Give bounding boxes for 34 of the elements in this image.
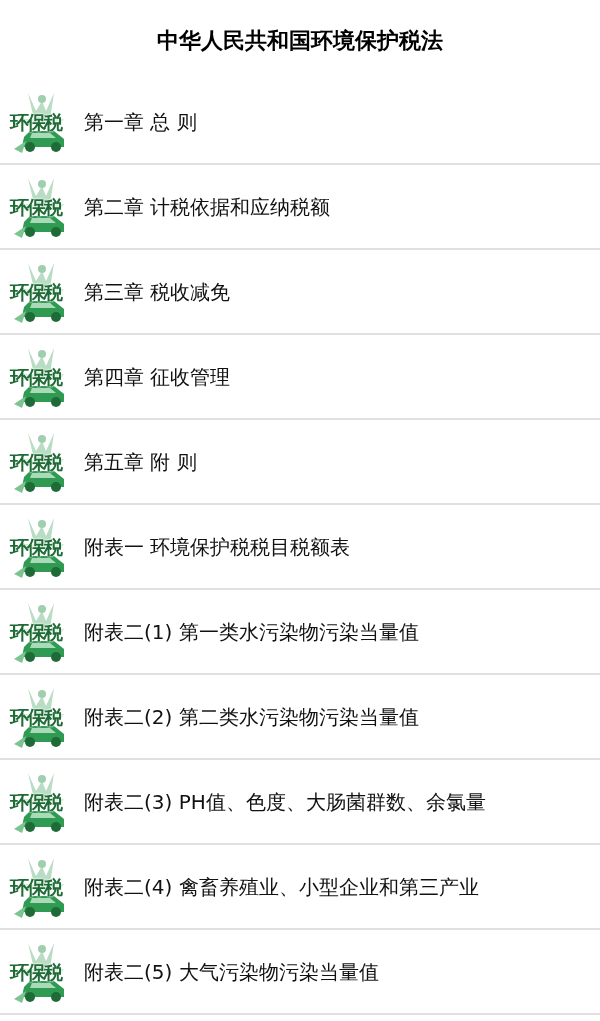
list-item[interactable]: 环保税 附表二(2) 第二类水污染物污染当量值 bbox=[0, 675, 600, 760]
list-item[interactable]: 环保税 第三章 税收减免 bbox=[0, 250, 600, 335]
logo-text: 环保税 bbox=[10, 282, 61, 302]
logo-text: 环保税 bbox=[10, 197, 61, 217]
item-label: 附表一 环境保护税税目税额表 bbox=[84, 533, 351, 561]
item-label: 第四章 征收管理 bbox=[84, 363, 231, 391]
logo-text: 环保税 bbox=[10, 877, 61, 897]
item-label: 附表二(2) 第二类水污染物污染当量值 bbox=[84, 703, 419, 731]
list-item[interactable]: 环保税 附表二(3) PH值、色度、大肠菌群数、余氯量 bbox=[0, 760, 600, 845]
list-item[interactable]: 环保税 附表二(1) 第一类水污染物污染当量值 bbox=[0, 590, 600, 675]
list-item[interactable]: 环保税 附表一 环境保护税税目税额表 bbox=[0, 505, 600, 590]
list-item[interactable]: 环保税 第五章 附 则 bbox=[0, 420, 600, 505]
item-label: 第二章 计税依据和应纳税额 bbox=[84, 193, 331, 221]
item-label: 附表二(3) PH值、色度、大肠菌群数、余氯量 bbox=[84, 788, 486, 816]
logo-text: 环保税 bbox=[10, 537, 61, 557]
logo-text: 环保税 bbox=[10, 367, 61, 387]
list-item[interactable]: 环保税 第二章 计税依据和应纳税额 bbox=[0, 165, 600, 250]
list-item[interactable]: 环保税 附表二(5) 大气污染物污染当量值 bbox=[0, 930, 600, 1015]
logo-text: 环保税 bbox=[10, 452, 61, 472]
logo-text: 环保税 bbox=[10, 707, 61, 727]
item-label: 附表二(5) 大气污染物污染当量值 bbox=[84, 958, 379, 986]
logo-text: 环保税 bbox=[10, 962, 61, 982]
list-item[interactable]: 环保税 第四章 征收管理 bbox=[0, 335, 600, 420]
item-label: 第五章 附 则 bbox=[84, 448, 197, 476]
item-label: 附表二(4) 禽畜养殖业、小型企业和第三产业 bbox=[84, 873, 479, 901]
page-title: 中华人民共和国环境保护税法 bbox=[157, 26, 443, 55]
item-label: 第三章 税收减免 bbox=[84, 278, 231, 306]
logo-text: 环保税 bbox=[10, 792, 61, 812]
list-item[interactable]: 环保税 第一章 总 则 bbox=[0, 80, 600, 165]
logo-text: 环保税 bbox=[10, 112, 61, 132]
list-item[interactable]: 环保税 附表二(4) 禽畜养殖业、小型企业和第三产业 bbox=[0, 845, 600, 930]
item-label: 第一章 总 则 bbox=[84, 108, 197, 136]
item-label: 附表二(1) 第一类水污染物污染当量值 bbox=[84, 618, 419, 646]
logo-text: 环保税 bbox=[10, 622, 61, 642]
